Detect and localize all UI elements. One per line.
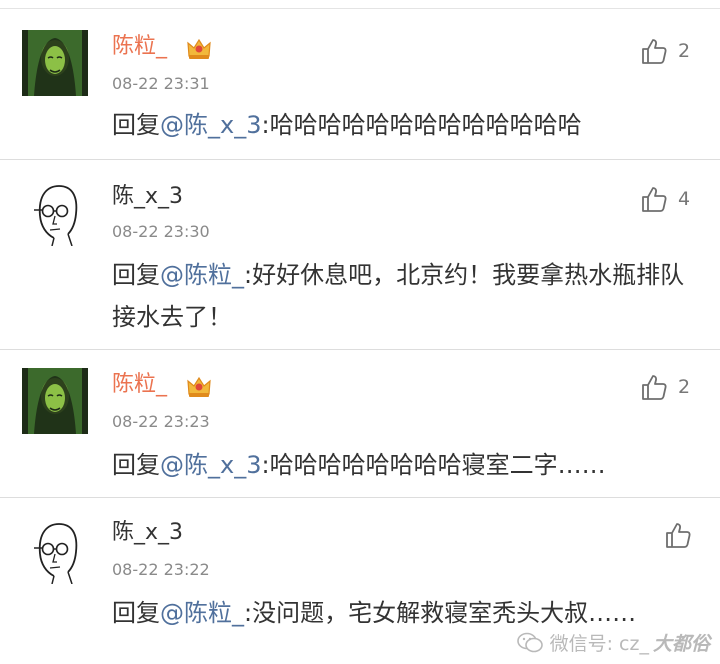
comment-text: 回复@陈_x_3:哈哈哈哈哈哈哈哈寝室二字……: [112, 451, 606, 479]
green-woman-avatar[interactable]: [22, 30, 88, 96]
mention-link[interactable]: @陈粒_: [160, 261, 244, 289]
top-divider: [0, 8, 720, 9]
bald-man-sketch-avatar[interactable]: [22, 180, 88, 246]
like-button[interactable]: 2: [640, 372, 690, 402]
like-count: 2: [678, 376, 691, 398]
mention-link[interactable]: @陈_x_3: [160, 451, 261, 479]
thumbs-up-icon: [666, 523, 691, 548]
like-button[interactable]: 4: [640, 184, 690, 214]
comment-item: 陈粒_ 08-22 23:31 回复@陈_x_3:哈哈哈哈哈哈哈哈哈哈哈哈哈 2: [0, 10, 720, 160]
thumbs-up-icon: [642, 187, 667, 212]
wechat-icon: [516, 632, 543, 652]
username[interactable]: 陈_x_3: [112, 184, 183, 210]
like-count: 2: [678, 40, 691, 62]
comment-text: 回复@陈粒_:没问题，宅女解救寝室秃头大叔……: [112, 599, 637, 627]
vip-crown-icon: [187, 38, 211, 59]
username[interactable]: 陈_x_3: [112, 520, 183, 546]
comment-time: 08-22 23:30: [112, 222, 210, 241]
like-button[interactable]: [664, 520, 702, 550]
comment-item: 陈粒_ 08-22 23:23 回复@陈_x_3:哈哈哈哈哈哈哈哈寝室二字…… …: [0, 350, 720, 496]
comment-text: 回复@陈粒_:好好休息吧，北京约！我要拿热水瓶排队接水去了！: [112, 261, 685, 331]
comment-time: 08-22 23:23: [112, 412, 210, 431]
mention-link[interactable]: @陈_x_3: [160, 111, 261, 139]
username[interactable]: 陈粒_: [112, 34, 167, 60]
comment-text: 回复@陈_x_3:哈哈哈哈哈哈哈哈哈哈哈哈哈: [112, 111, 582, 139]
green-woman-avatar[interactable]: [22, 368, 88, 434]
like-button[interactable]: 2: [640, 36, 690, 66]
thumbs-up-icon: [642, 39, 667, 64]
comment-time: 08-22 23:22: [112, 560, 210, 579]
watermark-brand: 大都俗: [652, 633, 710, 655]
mention-link[interactable]: @陈粒_: [160, 599, 244, 627]
comment-item: 陈_x_3 08-22 23:30 回复@陈粒_:好好休息吧，北京约！我要拿热水…: [0, 160, 720, 350]
comment-time: 08-22 23:31: [112, 74, 210, 93]
thumbs-up-icon: [642, 375, 667, 400]
vip-crown-icon: [187, 376, 211, 397]
watermark-label: 微信号: cz_: [549, 633, 649, 655]
like-count: 4: [678, 188, 691, 210]
wechat-watermark: 微信号: cz_ 大都俗: [516, 629, 710, 656]
bald-man-sketch-avatar[interactable]: [22, 518, 88, 584]
username[interactable]: 陈粒_: [112, 372, 167, 398]
